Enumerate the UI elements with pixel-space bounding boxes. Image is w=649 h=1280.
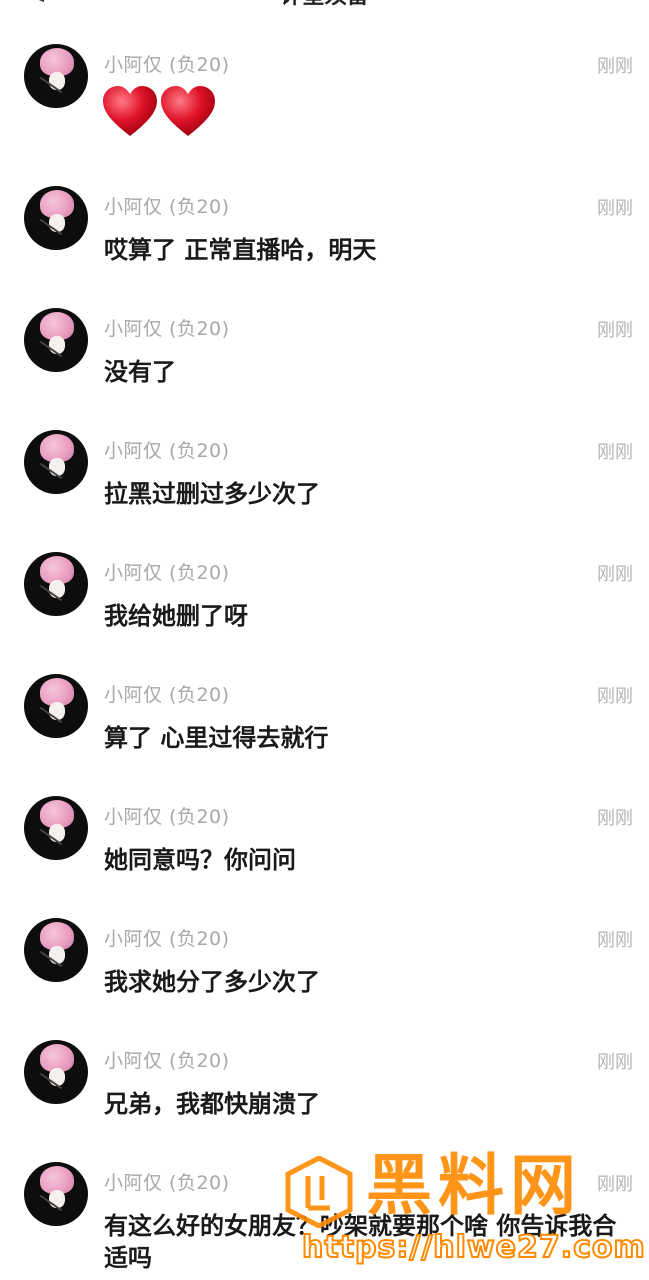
list-item[interactable]: 小阿仅 (负20) 刚刚 我给她删了呀: [0, 508, 649, 630]
timestamp: 刚刚: [597, 930, 633, 951]
sender-name[interactable]: 小阿仅 (负20): [104, 314, 230, 341]
message-text: 我求她分了多少次了: [104, 968, 320, 996]
timestamp: 刚刚: [597, 1052, 633, 1073]
message-list[interactable]: 小阿仅 (负20) 刚刚 小阿仅 (负20) 刚刚 哎算了 正常直播哈，明天 小…: [0, 0, 649, 1272]
sender-name[interactable]: 小阿仅 (负20): [104, 50, 230, 77]
avatar[interactable]: [24, 186, 88, 250]
message-text: 她同意吗？你问问: [104, 846, 296, 874]
sender-name[interactable]: 小阿仅 (负20): [104, 680, 230, 707]
sender-name[interactable]: 小阿仅 (负20): [104, 1046, 230, 1073]
list-item[interactable]: 小阿仅 (负20) 刚刚 没有了: [0, 264, 649, 386]
avatar[interactable]: [24, 430, 88, 494]
heart-emoji-group: [102, 86, 216, 138]
timestamp: 刚刚: [597, 808, 633, 829]
avatar[interactable]: [24, 796, 88, 860]
sender-name[interactable]: 小阿仅 (负20): [104, 1168, 230, 1195]
heart-icon: [102, 86, 158, 138]
timestamp: 刚刚: [597, 564, 633, 585]
timestamp: 刚刚: [597, 56, 633, 77]
list-item[interactable]: 小阿仅 (负20) 刚刚 拉黑过删过多少次了: [0, 386, 649, 508]
list-item[interactable]: 小阿仅 (负20) 刚刚 哎算了 正常直播哈，明天: [0, 142, 649, 264]
sender-name[interactable]: 小阿仅 (负20): [104, 192, 230, 219]
avatar[interactable]: [24, 44, 88, 108]
list-item[interactable]: 小阿仅 (负20) 刚刚 有这么好的女朋友？吵架就要那个啥 你告诉我合适吗: [0, 1118, 649, 1272]
message-text: 拉黑过删过多少次了: [104, 480, 320, 508]
message-text: 哎算了 正常直播哈，明天: [104, 236, 377, 264]
sender-name[interactable]: 小阿仅 (负20): [104, 924, 230, 951]
list-item[interactable]: 小阿仅 (负20) 刚刚: [0, 0, 649, 142]
avatar[interactable]: [24, 674, 88, 738]
timestamp: 刚刚: [597, 686, 633, 707]
timestamp: 刚刚: [597, 198, 633, 219]
list-item[interactable]: 小阿仅 (负20) 刚刚 我求她分了多少次了: [0, 874, 649, 996]
avatar[interactable]: [24, 1040, 88, 1104]
message-text: 没有了: [104, 358, 176, 386]
comment-page: < 评星须留 小阿仅 (负20) 刚刚 小阿仅 (负20) 刚刚 哎算了 正常直…: [0, 0, 649, 1280]
list-item[interactable]: 小阿仅 (负20) 刚刚 兄弟，我都快崩溃了: [0, 996, 649, 1118]
avatar[interactable]: [24, 308, 88, 372]
timestamp: 刚刚: [597, 320, 633, 341]
timestamp: 刚刚: [597, 1174, 633, 1195]
message-text: 有这么好的女朋友？吵架就要那个啥 你告诉我合适吗: [104, 1212, 617, 1272]
avatar[interactable]: [24, 552, 88, 616]
list-item[interactable]: 小阿仅 (负20) 刚刚 她同意吗？你问问: [0, 752, 649, 874]
avatar[interactable]: [24, 918, 88, 982]
sender-name[interactable]: 小阿仅 (负20): [104, 558, 230, 585]
sender-name[interactable]: 小阿仅 (负20): [104, 436, 230, 463]
timestamp: 刚刚: [597, 442, 633, 463]
message-text: 兄弟，我都快崩溃了: [104, 1090, 320, 1118]
avatar[interactable]: [24, 1162, 88, 1226]
message-text: 算了 心里过得去就行: [104, 724, 329, 752]
list-item[interactable]: 小阿仅 (负20) 刚刚 算了 心里过得去就行: [0, 630, 649, 752]
heart-icon: [160, 86, 216, 138]
sender-name[interactable]: 小阿仅 (负20): [104, 802, 230, 829]
message-text: 我给她删了呀: [104, 602, 248, 630]
